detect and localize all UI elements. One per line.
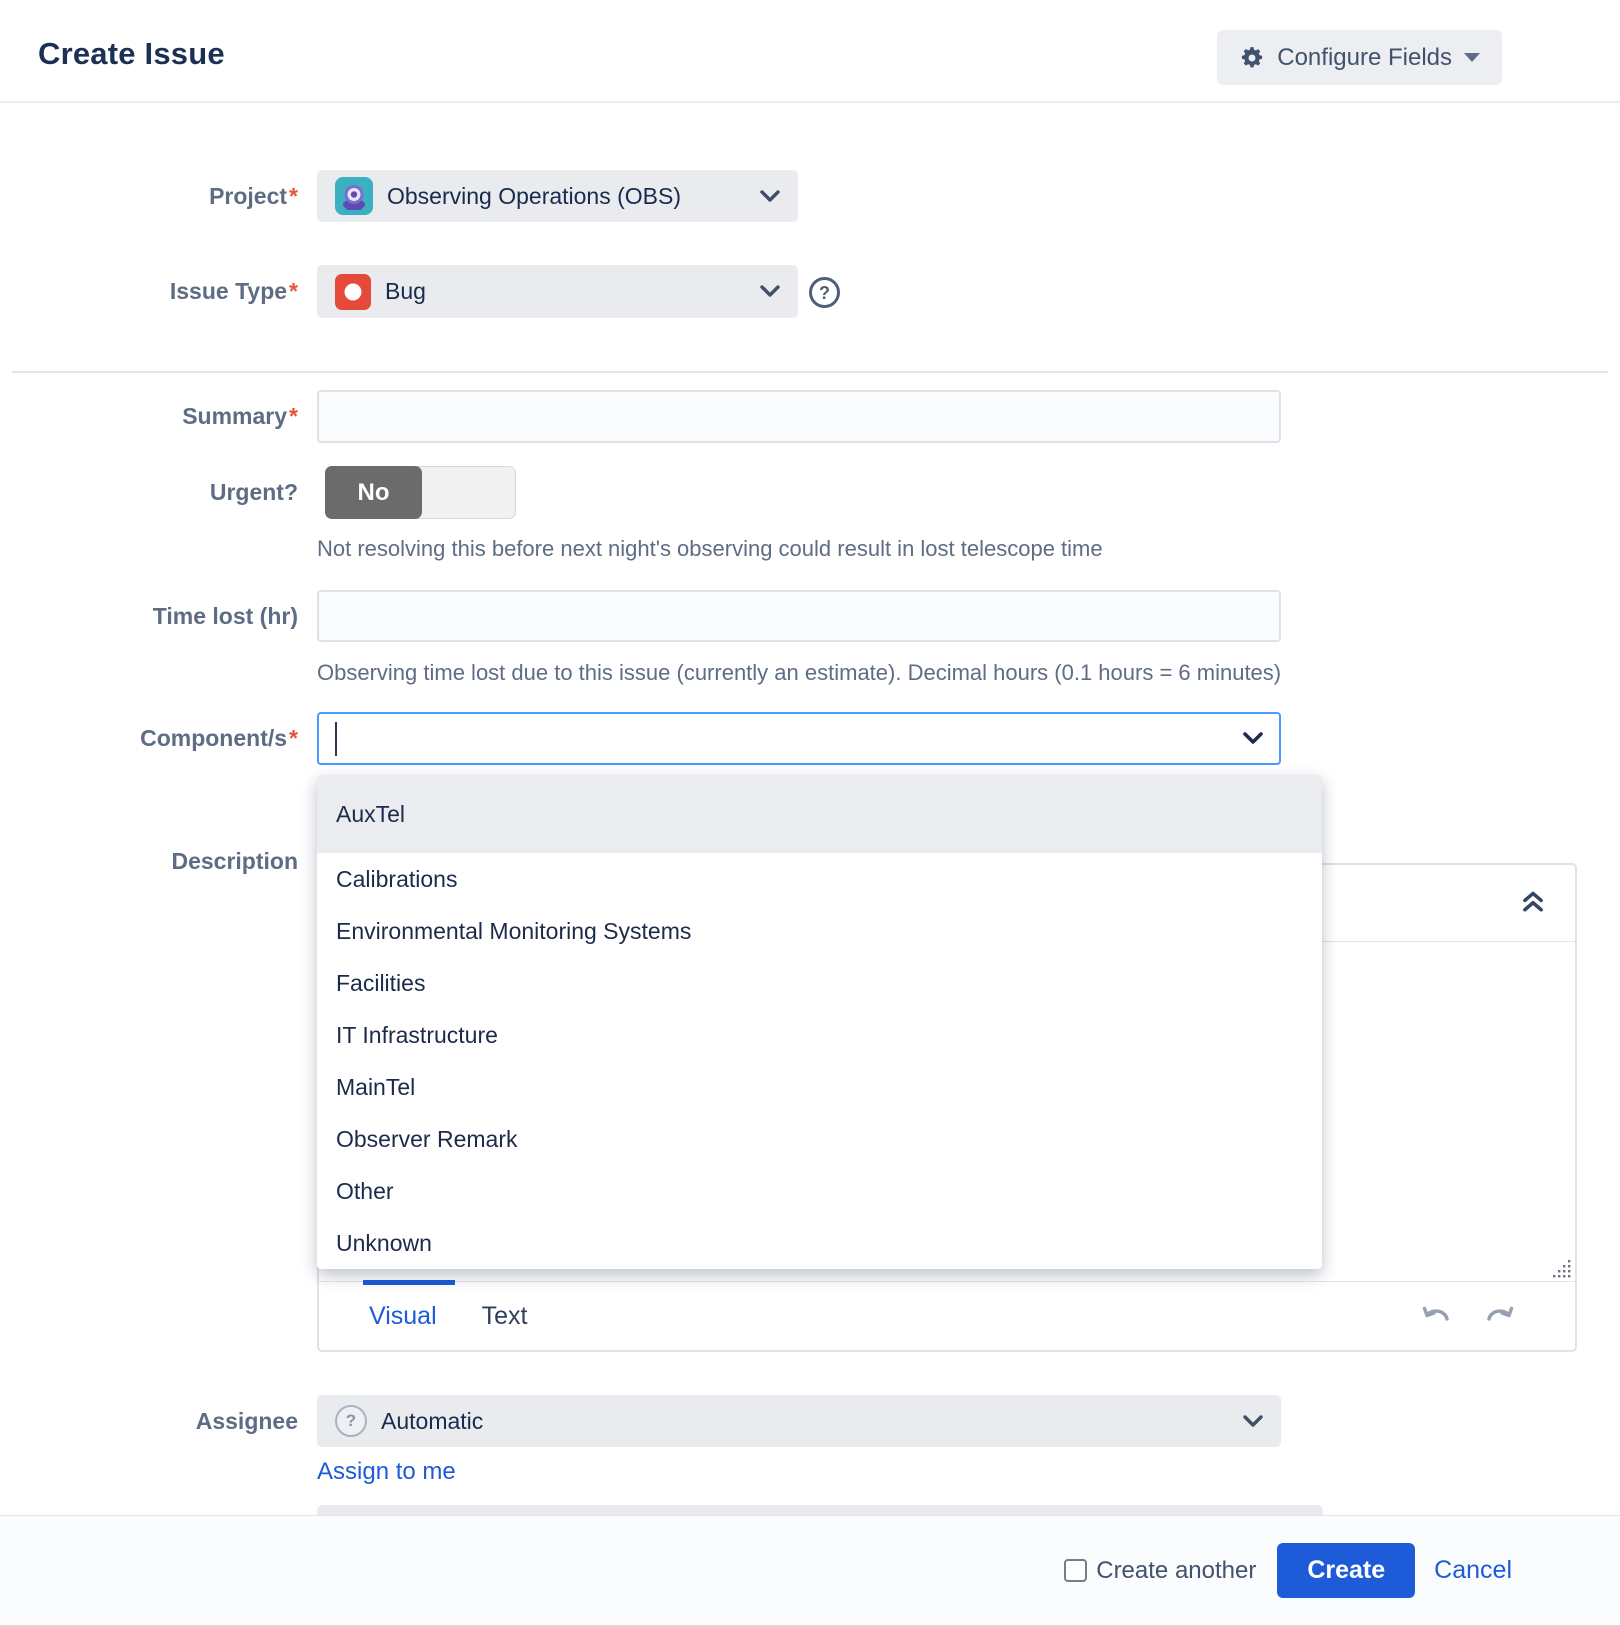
description-tab-bar: Visual Text [319,1281,1575,1350]
avatar-question-icon: ? [335,1405,367,1437]
menu-item[interactable]: Facilities [317,957,1322,1009]
page-title: Create Issue [38,36,225,72]
configure-fields-button[interactable]: Configure Fields [1217,30,1502,85]
assignee-select[interactable]: ? Automatic [317,1395,1281,1447]
menu-item-highlighted[interactable]: AuxTel [317,775,1322,853]
dialog-header: Create Issue Configure Fields [0,0,1620,103]
time-lost-help-text: Observing time lost due to this issue (c… [317,660,1281,686]
menu-item[interactable]: Unknown [317,1217,1322,1269]
chevron-down-icon [1243,1415,1263,1428]
issue-type-value: Bug [385,278,426,305]
chevron-down-icon [760,190,780,203]
project-label: Project* [0,170,298,222]
redo-icon[interactable] [1483,1302,1517,1330]
assignee-label: Assignee [0,1395,298,1447]
create-another-checkbox[interactable] [1064,1559,1087,1582]
urgent-help-text: Not resolving this before next night's o… [317,536,1103,562]
cancel-button[interactable]: Cancel [1434,1556,1512,1585]
menu-item[interactable]: Observer Remark [317,1113,1322,1165]
components-dropdown-menu: AuxTel Calibrations Environmental Monito… [317,775,1322,1269]
description-label: Description [0,846,298,876]
urgent-toggle[interactable]: No [325,466,516,519]
required-asterisk: * [289,725,298,751]
tab-visual[interactable]: Visual [369,1302,437,1331]
project-avatar-icon [335,177,373,215]
summary-input[interactable] [317,390,1281,443]
menu-item[interactable]: MainTel [317,1061,1322,1113]
collapse-toolbar-icon[interactable] [1519,887,1547,918]
next-field-partial [317,1505,1323,1515]
time-lost-label: Time lost (hr) [0,590,298,642]
create-another-option[interactable]: Create another [1064,1557,1256,1585]
required-asterisk: * [289,183,298,209]
create-button[interactable]: Create [1277,1543,1415,1598]
dialog-footer: Create another Create Cancel [0,1515,1620,1626]
project-value: Observing Operations (OBS) [387,183,681,210]
resize-handle[interactable] [1550,1257,1572,1284]
components-label: Component/s* [0,712,298,765]
configure-fields-label: Configure Fields [1277,44,1452,72]
issue-type-select[interactable]: Bug [317,265,798,318]
components-input[interactable] [317,712,1281,765]
active-tab-indicator [363,1280,455,1285]
chevron-down-icon [1464,53,1480,62]
undo-icon[interactable] [1419,1302,1453,1330]
create-issue-dialog: Create Issue Configure Fields Project* O… [0,0,1620,1626]
tab-text[interactable]: Text [482,1302,528,1331]
summary-label: Summary* [0,390,298,443]
urgent-label: Urgent? [0,466,298,519]
chevron-down-icon[interactable] [1243,732,1263,745]
assign-to-me-link[interactable]: Assign to me [317,1458,456,1486]
text-cursor [335,722,337,756]
menu-item[interactable]: Other [317,1165,1322,1217]
issue-type-help-icon[interactable]: ? [808,276,841,314]
issue-type-label: Issue Type* [0,265,298,318]
time-lost-input[interactable] [317,590,1281,642]
menu-item[interactable]: Environmental Monitoring Systems [317,905,1322,957]
required-asterisk: * [289,403,298,429]
chevron-down-icon [760,285,780,298]
svg-text:?: ? [819,283,830,303]
section-divider [12,371,1608,373]
bug-type-icon [335,274,371,310]
assignee-value: Automatic [381,1408,483,1435]
urgent-toggle-state: No [325,466,422,519]
gear-icon [1239,45,1265,71]
menu-item[interactable]: Calibrations [317,853,1322,905]
create-another-label: Create another [1096,1557,1256,1585]
project-select[interactable]: Observing Operations (OBS) [317,170,798,222]
menu-item[interactable]: IT Infrastructure [317,1009,1322,1061]
required-asterisk: * [289,278,298,304]
